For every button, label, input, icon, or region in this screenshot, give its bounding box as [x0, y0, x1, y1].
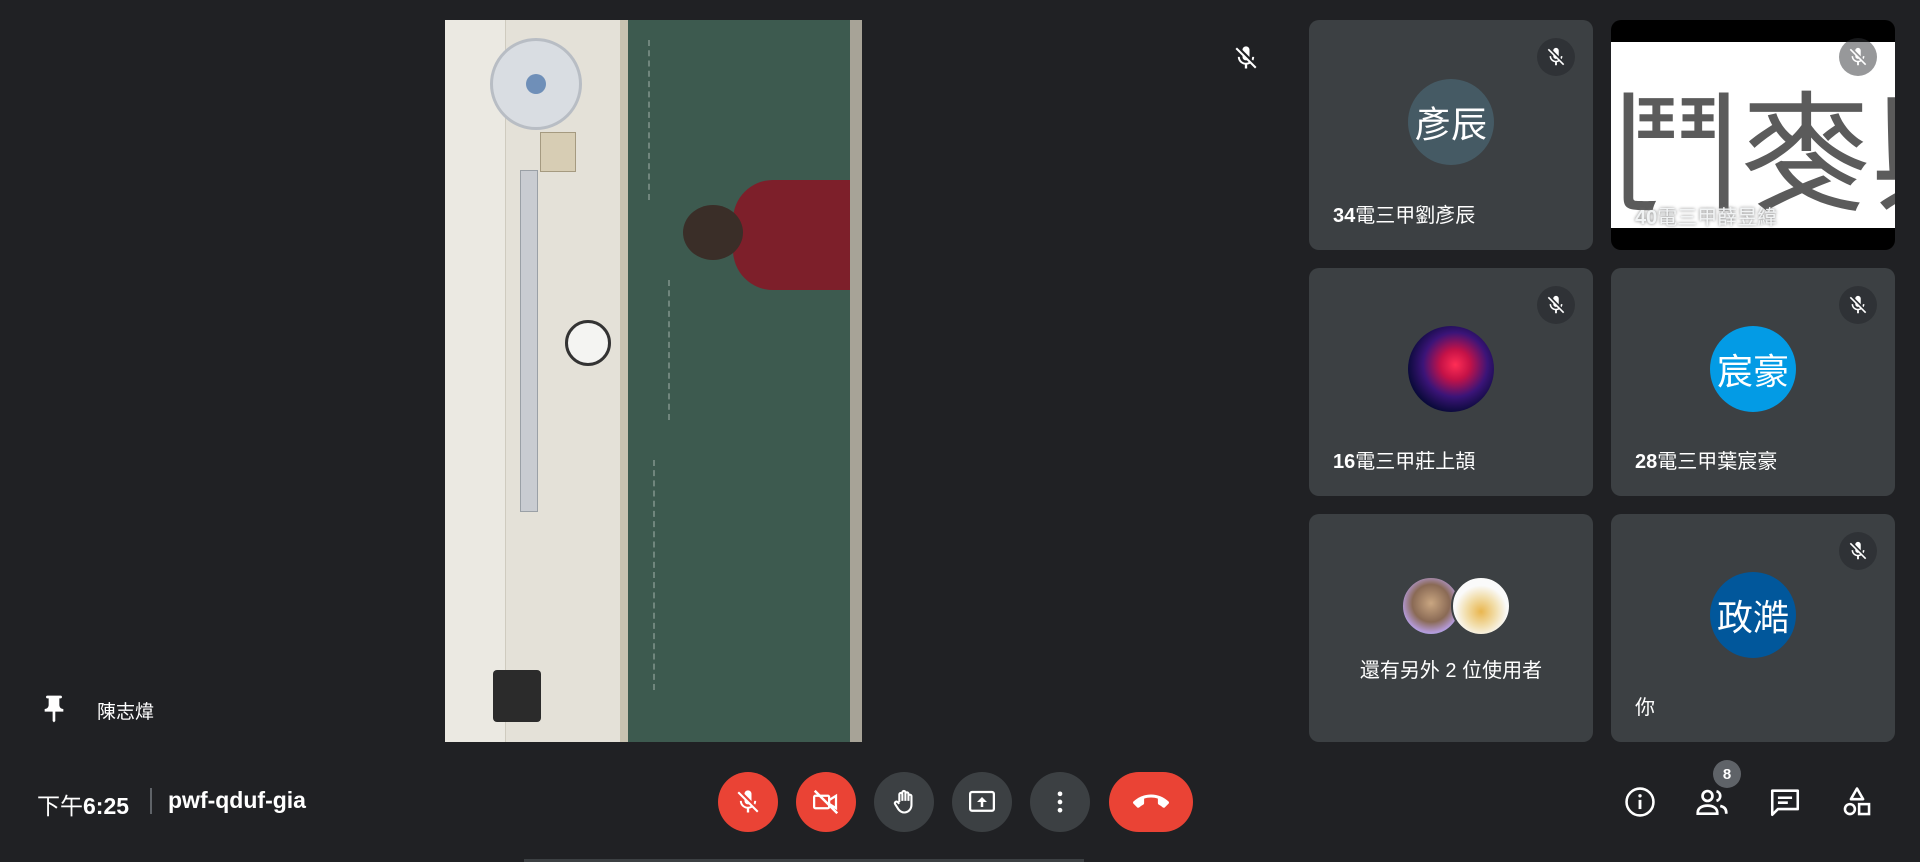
participant-name: 28電三甲葉宸豪 [1635, 451, 1778, 473]
divider [150, 788, 152, 814]
mic-off-icon [737, 790, 759, 813]
present-screen-button[interactable] [952, 772, 1012, 832]
info-icon [1625, 787, 1655, 817]
video-chalkboard [628, 20, 850, 742]
mic-off-icon [1537, 286, 1575, 324]
activities-icon [1843, 787, 1871, 816]
meeting-code: pwf-qduf-gia [168, 787, 306, 813]
more-participants-tile[interactable]: 還有另外 2 位使用者 [1309, 514, 1593, 742]
current-time: 下午6:25 [37, 793, 130, 819]
video-wall [445, 20, 620, 742]
people-icon [1696, 789, 1728, 816]
participant-name: 34電三甲劉彥辰 [1333, 205, 1476, 227]
mic-off-icon [1537, 38, 1575, 76]
leave-call-button[interactable] [1109, 772, 1193, 832]
present-screen-icon [969, 790, 995, 812]
video-projector-screen [520, 170, 538, 512]
mic-off-icon [1232, 44, 1260, 72]
video-fan [490, 38, 582, 130]
mic-off-icon [1839, 38, 1877, 76]
pin-icon[interactable] [38, 693, 70, 725]
participant-tile[interactable]: 彥辰 34電三甲劉彥辰 [1309, 20, 1593, 250]
chat-button[interactable] [1763, 780, 1807, 824]
mic-off-icon [1839, 532, 1877, 570]
participant-name: 40電三甲薛昱緯 [1635, 207, 1778, 229]
more-vert-icon [1057, 791, 1063, 813]
activities-button[interactable] [1835, 780, 1879, 824]
camera-toggle-button[interactable] [796, 772, 856, 832]
participant-name: 16電三甲莊上頡 [1333, 451, 1476, 473]
participant-tile[interactable]: 16電三甲莊上頡 [1309, 268, 1593, 496]
avatar: 政澔 [1710, 572, 1796, 658]
self-tile[interactable]: 政澔 你 [1611, 514, 1895, 742]
avatar-image [1408, 326, 1494, 412]
videocam-off-icon [813, 789, 839, 815]
meeting-details-button[interactable] [1618, 780, 1662, 824]
chat-icon [1770, 789, 1800, 817]
avatar-image [1451, 576, 1511, 636]
pinned-video[interactable] [445, 20, 862, 742]
hand-icon [893, 789, 913, 814]
participant-tile-screen[interactable]: 與麥鬥 40電三甲薛昱緯 [1611, 20, 1895, 250]
participant-tile[interactable]: 宸豪 28電三甲葉宸豪 [1611, 268, 1895, 496]
mic-toggle-button[interactable] [718, 772, 778, 832]
more-participants-label: 還有另外 2 位使用者 [1359, 660, 1543, 682]
raise-hand-button[interactable] [874, 772, 934, 832]
more-participants-avatars [1401, 576, 1511, 636]
video-speaker [540, 132, 576, 172]
more-options-button[interactable] [1030, 772, 1090, 832]
avatar: 宸豪 [1710, 326, 1796, 412]
video-wall-clock [565, 320, 611, 366]
avatar: 彥辰 [1408, 79, 1494, 165]
people-count-badge: 8 [1713, 760, 1741, 788]
mic-off-icon [1839, 286, 1877, 324]
bottom-toolbar: 下午6:25 pwf-qduf-gia 8 [0, 750, 1920, 862]
video-teacher [733, 180, 850, 290]
pinned-participant-name: 陳志煒 [97, 702, 155, 723]
call-end-icon [1133, 794, 1169, 808]
main-stage: 陳志煒 [0, 0, 1288, 750]
video-computer [493, 670, 541, 722]
participant-name: 你 [1635, 697, 1655, 719]
